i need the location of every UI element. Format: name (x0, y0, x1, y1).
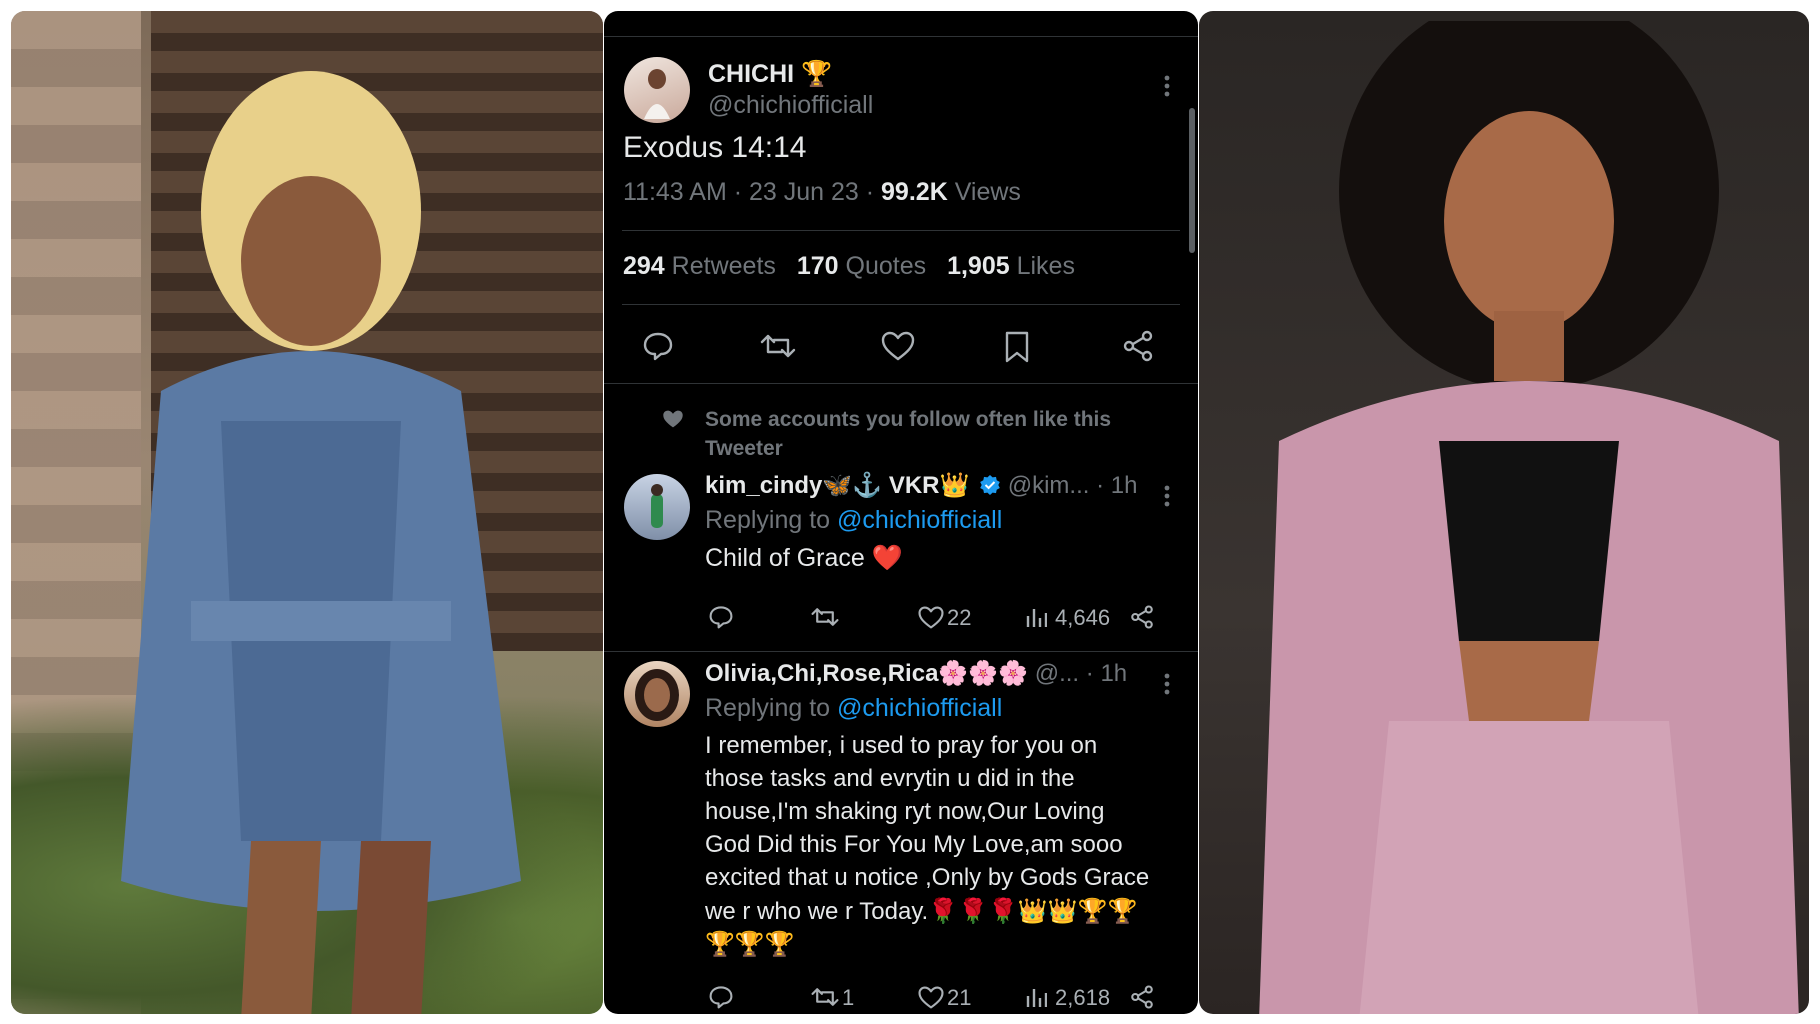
suggestion-line1: Some accounts you follow often like this (705, 408, 1112, 431)
verified-icon (979, 474, 1001, 503)
views-count: 99.2K (881, 178, 948, 206)
likes-label: Likes (1016, 252, 1075, 280)
reply-retweets: 1 (842, 985, 855, 1010)
reply-handle[interactable]: @kim... (1008, 472, 1090, 499)
like-icon[interactable] (880, 329, 916, 363)
retweet-icon[interactable] (810, 603, 840, 631)
replying-to: Replying to @chichiofficiall (705, 506, 1002, 535)
retweets-stat[interactable]: 294 Retweets (623, 252, 776, 280)
share-icon[interactable] (1121, 329, 1155, 363)
quotes-label: Quotes (845, 252, 927, 280)
reply-header: kim_cindy🦋⚓ VKR👑 @kim... · 1h (705, 471, 1137, 503)
replying-handle-link[interactable]: @chichiofficiall (837, 506, 1002, 534)
post-author[interactable]: CHICHI 🏆 (708, 60, 832, 89)
share-icon[interactable] (1128, 603, 1156, 631)
chichi-avatar[interactable] (624, 57, 690, 123)
trophy-badge: 🏆 (801, 60, 833, 88)
replying-handle-link[interactable]: @chichiofficiall (837, 694, 1002, 722)
post-handle[interactable]: @chichiofficiall (708, 91, 873, 120)
reply-text-line: those tasks and evrytin u did in the (705, 765, 1075, 792)
post-stats: 294 Retweets 170 Quotes 1,905 Likes (623, 252, 1075, 281)
views-icon[interactable] (1023, 603, 1049, 631)
display-name[interactable]: CHICHI (708, 60, 794, 88)
reply-text-line: 🏆🏆🏆 (705, 931, 795, 958)
like-icon[interactable] (917, 603, 945, 631)
likes-stat[interactable]: 1,905 Likes (947, 252, 1075, 280)
views-label: Views (947, 178, 1021, 206)
reply-text-line: excited that u notice ,Only by Gods Grac… (705, 864, 1150, 891)
retweet-icon[interactable] (759, 329, 797, 363)
reply-text-line: Child of Grace ❤️ (705, 544, 903, 572)
reply-views: 4,646 (1055, 605, 1111, 630)
right-photo (1199, 11, 1809, 1014)
reply-icon[interactable] (707, 983, 735, 1011)
woman-in-denim-jacket (121, 71, 521, 1014)
bookmark-icon[interactable] (1002, 329, 1032, 365)
reply-text-line: house,I'm shaking ryt now,Our Loving (705, 798, 1105, 825)
reply-text-line: I remember, i used to pray for you on (705, 732, 1098, 759)
post-meta: 11:43 AM · 23 Jun 23 · 99.2K Views (623, 178, 1021, 207)
likes-count: 1,905 (947, 252, 1010, 280)
post-text: Exodus 14:14 (623, 131, 807, 164)
reply-display-name[interactable]: Olivia,Chi,Rose,Rica🌸🌸🌸 (705, 660, 1028, 687)
reply-header: Olivia,Chi,Rose,Rica🌸🌸🌸 @... · 1h (705, 659, 1127, 688)
reply-time[interactable]: · 1h (1096, 472, 1137, 499)
left-photo (11, 11, 603, 1014)
retweet-icon[interactable] (810, 983, 840, 1011)
reply-views: 2,618 (1055, 985, 1111, 1010)
reply-text-line: we r who we r Today.🌹🌹🌹👑👑🏆🏆 (705, 898, 1138, 925)
reply-likes: 21 (947, 985, 972, 1010)
views-icon[interactable] (1023, 983, 1049, 1011)
reply-avatar[interactable] (624, 661, 690, 727)
retweets-count: 294 (623, 252, 665, 280)
retweets-label: Retweets (671, 252, 776, 280)
scrollbar[interactable] (1189, 108, 1195, 253)
replying-to: Replying to @chichiofficiall (705, 694, 1002, 723)
replying-prefix: Replying to (705, 694, 838, 722)
tweet-screenshot: CHICHI 🏆 @chichiofficiall Exodus 14:14 1… (604, 11, 1198, 1014)
reply-time[interactable]: · 1h (1086, 660, 1127, 687)
reply-avatar[interactable] (624, 474, 690, 540)
more-icon[interactable] (1159, 671, 1175, 697)
reply-icon[interactable] (641, 329, 675, 363)
like-icon[interactable] (917, 983, 945, 1011)
replying-prefix: Replying to (705, 506, 838, 534)
more-icon[interactable] (1159, 483, 1175, 509)
reply-display-name[interactable]: kim_cindy🦋⚓ VKR👑 (705, 472, 969, 499)
heart-filled-icon (662, 409, 684, 429)
suggestion-line2: Tweeter (705, 437, 783, 460)
share-icon[interactable] (1128, 983, 1156, 1011)
post-time[interactable]: 11:43 AM · 23 Jun 23 · (623, 178, 881, 206)
reply-icon[interactable] (707, 603, 735, 631)
reply-handle[interactable]: @... (1035, 660, 1079, 687)
more-icon[interactable] (1159, 73, 1175, 99)
woman-in-pink-suit (1259, 21, 1799, 1014)
reply-text-line: God Did this For You My Love,am sooo (705, 831, 1123, 858)
reply-likes: 22 (947, 605, 972, 630)
quotes-stat[interactable]: 170 Quotes (797, 252, 926, 280)
quotes-count: 170 (796, 252, 839, 280)
